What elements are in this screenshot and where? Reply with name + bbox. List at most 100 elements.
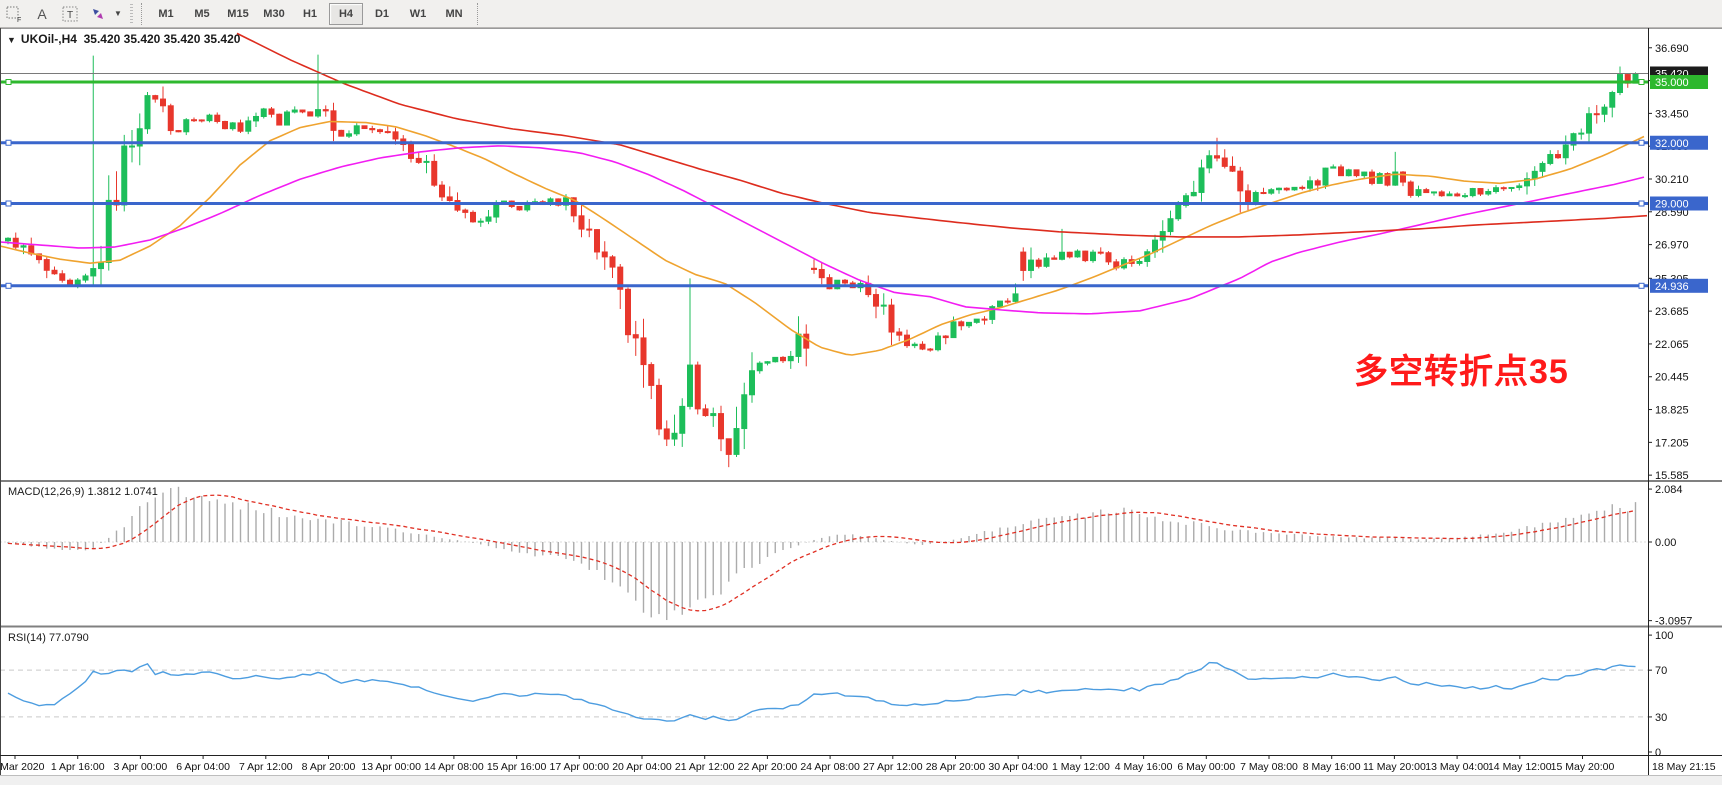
timeframe-button-m1[interactable]: M1 [149, 3, 183, 25]
price-tick-label: 18.825 [1655, 405, 1689, 417]
macd-indicator-values: 1.3812 1.0741 [87, 486, 157, 498]
macd-tick-label: -3.0957 [1655, 616, 1692, 628]
chart-ohlc-values: 35.420 35.420 35.420 35.420 [84, 32, 241, 46]
chart-area[interactable]: 36.69035.07033.45031.83030.21028.59026.9… [0, 28, 1722, 785]
price-line-label: 35.000 [1655, 77, 1689, 89]
chart-title-row: ▼ UKOil-,H4 35.420 35.420 35.420 35.420 [7, 32, 240, 46]
time-tick-label: 6 Apr 04:00 [176, 761, 230, 773]
time-tick-label: 22 Apr 20:00 [738, 761, 798, 773]
time-tick-label: 13 Apr 00:00 [361, 761, 421, 773]
toolbar: F A T ▼ M1M5M15M30H1H4D1W1MN [0, 0, 1722, 28]
timeframe-button-m30[interactable]: M30 [257, 3, 291, 25]
timeframe-button-m5[interactable]: M5 [185, 3, 219, 25]
time-tick-label: 4 May 16:00 [1115, 761, 1173, 773]
text-label-tool-icon[interactable]: T [57, 3, 83, 25]
time-tick-label: 6 May 00:00 [1177, 761, 1235, 773]
time-tick-label: 15 Apr 16:00 [487, 761, 547, 773]
text-tool-icon[interactable]: A [29, 3, 55, 25]
time-tick-label: 27 Apr 12:00 [863, 761, 923, 773]
time-tick-label: 17 Apr 00:00 [550, 761, 610, 773]
rsi-line [8, 663, 1636, 722]
time-tick-label: 7 Apr 12:00 [239, 761, 293, 773]
timeframe-toolbar: M1M5M15M30H1H4D1W1MN [148, 3, 472, 25]
price-tick-label: 20.445 [1655, 372, 1689, 384]
macd-signal-line [8, 495, 1636, 611]
time-tick-label: 14 May 12:00 [1488, 761, 1552, 773]
rsi-label-row: RSI(14) 77.0790 [8, 632, 89, 644]
symbol-dropdown-icon[interactable]: ▼ [7, 35, 16, 45]
svg-text:F: F [17, 17, 21, 23]
rsi-indicator-value: 77.0790 [49, 632, 89, 644]
toolbar-grip[interactable] [130, 4, 133, 24]
price-tick-label: 26.970 [1655, 240, 1689, 252]
price-tick-label: 23.685 [1655, 306, 1689, 318]
price-tick-label: 22.065 [1655, 339, 1689, 351]
time-axis[interactable]: 31 Mar 2020 1 Apr 16:00 3 Apr 00:00 6 Apr 0… [0, 755, 1716, 773]
rsi-tick-label: 70 [1655, 665, 1667, 677]
mt4-window: { "toolbar": { "tools": [ {"name": "fibo… [0, 0, 1722, 785]
macd-pane[interactable] [0, 487, 1648, 620]
arrows-tool-icon[interactable] [85, 3, 111, 25]
time-tick-label: 8 Apr 20:00 [302, 761, 356, 773]
time-tick-label: 13 May 04:00 [1425, 761, 1489, 773]
line-handle-icon[interactable] [6, 80, 11, 85]
price-tick-label: 17.205 [1655, 437, 1689, 449]
timeframe-button-w1[interactable]: W1 [401, 3, 435, 25]
time-tick-label: 20 Apr 04:00 [612, 761, 672, 773]
time-tick-label: 21 Apr 12:00 [675, 761, 735, 773]
svg-text:T: T [67, 10, 73, 21]
timeframe-button-mn[interactable]: MN [437, 3, 471, 25]
rsi-pane[interactable] [0, 663, 1648, 722]
time-tick-label: 24 Apr 08:00 [800, 761, 860, 773]
rsi-indicator-name: RSI(14) [8, 632, 46, 644]
fibonacci-tool-icon[interactable]: F [1, 3, 27, 25]
price-axis[interactable]: 36.69035.07033.45031.83030.21028.59026.9… [1648, 43, 1708, 759]
ma-red-line [237, 33, 1647, 237]
ma-orange-line [0, 122, 1644, 356]
line-handle-icon[interactable] [6, 201, 11, 206]
price-line-label: 29.000 [1655, 199, 1689, 211]
line-handle-icon[interactable] [1639, 201, 1644, 206]
timeframe-button-h1[interactable]: H1 [293, 3, 327, 25]
price-tick-label: 15.585 [1655, 470, 1689, 482]
time-tick-label: 18 May 21:15 [1652, 761, 1716, 773]
time-tick-label: 1 Apr 16:00 [51, 761, 105, 773]
line-handle-icon[interactable] [1639, 283, 1644, 288]
time-tick-label: 7 May 08:00 [1240, 761, 1298, 773]
time-tick-label: 31 Mar 2020 [0, 761, 45, 773]
macd-indicator-name: MACD(12,26,9) [8, 486, 84, 498]
main-chart-pane[interactable] [0, 33, 1648, 467]
line-handle-icon[interactable] [6, 140, 11, 145]
time-tick-label: 3 Apr 00:00 [114, 761, 168, 773]
time-tick-label: 14 Apr 08:00 [424, 761, 484, 773]
price-line-label: 32.000 [1655, 138, 1689, 150]
price-tick-label: 36.690 [1655, 43, 1689, 55]
rsi-tick-label: 30 [1655, 712, 1667, 724]
price-tick-label: 30.210 [1655, 174, 1689, 186]
macd-histogram [8, 487, 1636, 620]
timeframe-button-h4[interactable]: H4 [329, 3, 363, 25]
rsi-tick-label: 100 [1655, 630, 1673, 642]
time-tick-label: 28 Apr 20:00 [926, 761, 986, 773]
macd-label-row: MACD(12,26,9) 1.3812 1.0741 [8, 486, 158, 498]
chart-canvas[interactable]: 36.69035.07033.45031.83030.21028.59026.9… [0, 28, 1722, 785]
line-handle-icon[interactable] [1639, 80, 1644, 85]
time-tick-label: 8 May 16:00 [1303, 761, 1361, 773]
chart-symbol-period: UKOil-,H4 [21, 32, 77, 46]
line-handle-icon[interactable] [1639, 140, 1644, 145]
candlesticks [6, 55, 1639, 467]
toolbar-separator-2 [477, 3, 479, 25]
rsi-tick-label: 0 [1655, 747, 1661, 759]
chart-text-annotation[interactable]: 多空转折点35 [1354, 344, 1569, 393]
time-tick-label: 1 May 12:00 [1052, 761, 1110, 773]
timeframe-button-d1[interactable]: D1 [365, 3, 399, 25]
timeframe-button-m15[interactable]: M15 [221, 3, 255, 25]
price-tick-label: 33.450 [1655, 108, 1689, 120]
line-handle-icon[interactable] [6, 283, 11, 288]
toolbar-separator [141, 3, 143, 25]
arrows-dropdown-caret-icon[interactable]: ▼ [113, 3, 123, 25]
time-tick-label: 15 May 20:00 [1551, 761, 1615, 773]
price-line-label: 24.936 [1655, 281, 1689, 293]
macd-tick-label: 0.00 [1655, 537, 1676, 549]
macd-tick-label: 2.084 [1655, 484, 1683, 496]
